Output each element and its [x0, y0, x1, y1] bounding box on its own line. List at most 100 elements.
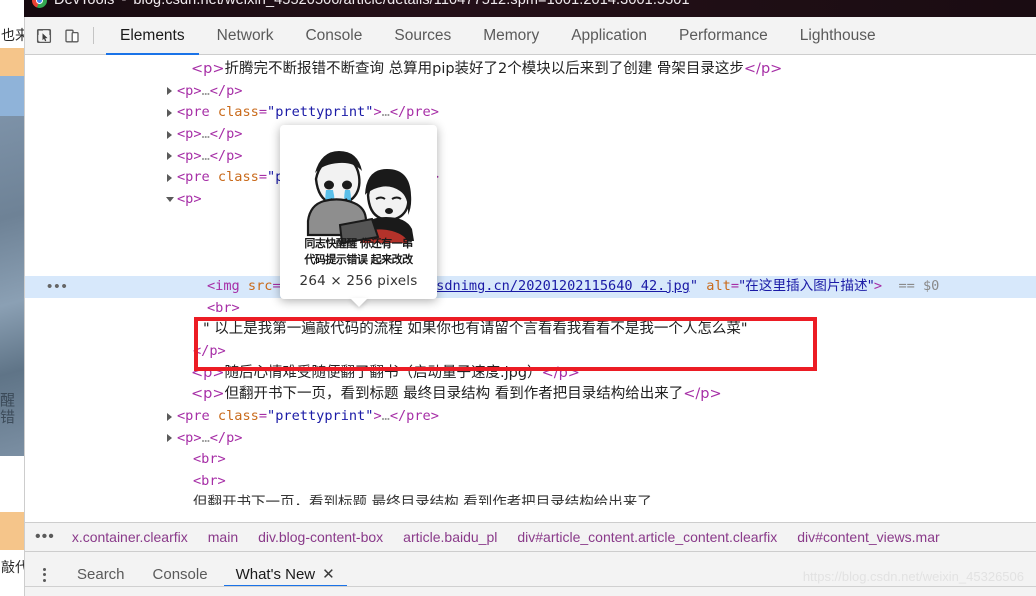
tab-application[interactable]: Application — [555, 17, 663, 55]
breadcrumb-item-article[interactable]: article.baidu_pl — [393, 529, 507, 545]
expand-arrow-icon[interactable] — [167, 412, 172, 421]
expand-arrow-icon[interactable] — [167, 108, 172, 117]
dom-node-pre-collapsed-3[interactable]: <pre class="prettyprint">…</pre> — [25, 406, 1036, 428]
tab-lighthouse-label: Lighthouse — [799, 26, 876, 44]
breadcrumb-item-blog-content-box[interactable]: div.blog-content-box — [248, 529, 393, 545]
tab-performance-label: Performance — [679, 26, 768, 44]
page-strip-orange-band-top — [0, 48, 24, 76]
dom-tag-open: <pre — [177, 169, 218, 186]
dom-node-br-3[interactable]: <br> — [25, 471, 1036, 493]
dom-node-p-text[interactable]: <p>折腾完不断报错不断查询 总算用pip装好了2个模块以后来到了创建 骨架目录… — [25, 59, 1036, 81]
dom-attr-value-alt: "在这里插入图片描述" — [739, 277, 874, 294]
dom-tree-panel[interactable]: <p>折腾完不断报错不断查询 总算用pip装好了2个模块以后来到了创建 骨架目录… — [25, 55, 1036, 522]
dom-node-p-collapsed-2[interactable]: <p>…</p> — [25, 124, 1036, 146]
dom-node-p-close[interactable]: </p> — [25, 341, 1036, 363]
drawer-tab-search[interactable]: Search — [63, 552, 139, 596]
close-icon[interactable]: ✕ — [322, 567, 335, 582]
device-toolbar-icon[interactable] — [58, 23, 86, 49]
dom-tag-br: <br> — [193, 473, 226, 490]
page-strip-text-meme2: 错 — [0, 408, 16, 426]
toolbar-divider — [93, 27, 94, 44]
collapse-arrow-icon[interactable] — [166, 197, 174, 203]
dom-ellipsis: … — [201, 82, 210, 99]
dom-ellipsis: … — [201, 147, 210, 164]
breadcrumb-item-content-views[interactable]: div#content_views.mar — [787, 529, 949, 545]
tab-performance[interactable]: Performance — [663, 17, 784, 55]
expand-arrow-icon[interactable] — [167, 87, 172, 96]
breadcrumb-item-article-content[interactable]: div#article_content.article_content.clea… — [507, 529, 787, 545]
tab-network-label: Network — [216, 26, 274, 44]
tab-sources[interactable]: Sources — [378, 17, 467, 55]
dom-selected-marker: == $0 — [898, 277, 940, 294]
expand-arrow-icon[interactable] — [167, 152, 172, 161]
tab-console[interactable]: Console — [289, 17, 378, 55]
breadcrumb-item-main[interactable]: main — [198, 529, 248, 545]
dom-tag-open: <img — [207, 277, 248, 294]
dom-text-content: 随后心情难受随便翻了翻书（启动量子速度.jpg） — [224, 364, 542, 381]
chrome-logo-icon — [32, 0, 47, 8]
dom-node-br-2[interactable]: <br> — [25, 449, 1036, 471]
dom-node-p-text-2[interactable]: <p>随后心情难受随便翻了翻书（启动量子速度.jpg）</p> — [25, 363, 1036, 385]
dom-node-img-selected[interactable]: •••<img src="https://img-blog.csdnimg.cn… — [25, 275, 1036, 298]
dom-node-p-expanded[interactable]: <p> — [25, 189, 1036, 211]
page-strip-white-top: 也来 — [0, 0, 24, 48]
tab-lighthouse[interactable]: Lighthouse — [784, 17, 892, 55]
drawer-tab-list: Search Console What's New ✕ — [63, 552, 349, 596]
dom-tag-close: </p> — [541, 364, 580, 381]
dom-node-p-collapsed-1[interactable]: <p>…</p> — [25, 81, 1036, 103]
dom-tag-close: </p> — [683, 386, 722, 403]
dom-attr-name: class — [217, 169, 259, 186]
breadcrumb-item-container[interactable]: x.container.clearfix — [62, 529, 198, 545]
dom-tag-open: <p> — [177, 126, 202, 143]
tab-network[interactable]: Network — [201, 17, 290, 55]
dom-node-pre-collapsed-2[interactable]: <pre class="prettyprint">…</pre> — [25, 167, 1036, 189]
page-strip-text-top: 也来 — [1, 28, 24, 44]
dom-attr-name-alt: alt — [706, 277, 731, 294]
drawer-tab-whats-new[interactable]: What's New ✕ — [222, 552, 349, 596]
tab-console-label: Console — [305, 26, 363, 44]
tab-memory[interactable]: Memory — [467, 17, 555, 55]
expand-arrow-icon[interactable] — [167, 173, 172, 182]
drawer-bottom-divider — [25, 586, 1036, 587]
dom-attr-name: class — [217, 408, 259, 424]
dom-tag-open: <pre — [177, 104, 218, 121]
dom-node-p-text-3[interactable]: <p>但翻开书下一页，看到标题 最终目录结构 看到作者把目录结构给出来了</p> — [25, 384, 1036, 406]
dom-node-partial-clipped[interactable]: 但翻开书下一页，看到标题 最终目录结构 看到作者把目录结构给出来了 — [25, 493, 1036, 505]
dom-tag-br: <br> — [207, 299, 240, 316]
dom-node-p-collapsed-3[interactable]: <p>…</p> — [25, 146, 1036, 168]
dom-text-quote[interactable]: " 以上是我第一遍敲代码的流程 如果你也有请留个言看看我看看不是我一个人怎么菜" — [25, 319, 1036, 341]
window-title-bar: DevTools - blog.csdn.net/weixin_45520506… — [24, 0, 1036, 17]
devtools-root: Elements Network Console Sources Memory … — [24, 17, 1036, 596]
drawer-tab-console[interactable]: Console — [139, 552, 222, 596]
dom-text-quote-upper[interactable]: " 以上是我第一遍敲代码的流程 如果你也有请留个言看看我看看不是我一个人怎么菜" — [25, 211, 1036, 233]
expand-arrow-icon[interactable] — [167, 434, 172, 443]
dom-ellipsis: … — [381, 104, 390, 121]
dom-breadcrumb-bar: ••• x.container.clearfix main div.blog-c… — [25, 522, 1036, 552]
dom-attr-eq: = — [730, 277, 740, 294]
devtools-main-toolbar: Elements Network Console Sources Memory … — [25, 17, 1036, 55]
dom-tag-close: </p> — [209, 429, 243, 446]
kebab-menu-icon[interactable] — [33, 560, 55, 590]
inspect-cursor-icon[interactable] — [30, 23, 58, 49]
node-overflow-dots[interactable]: ••• — [47, 276, 69, 298]
dom-tag-open: <p> — [191, 61, 225, 77]
dom-node-pre-collapsed-1[interactable]: <pre class="prettyprint">…</pre> — [25, 102, 1036, 124]
titlebar-separator: - — [121, 0, 127, 8]
drawer-tab-whats-new-label: What's New — [235, 566, 316, 583]
tab-memory-label: Memory — [483, 26, 540, 44]
dom-tag-close: </p> — [209, 147, 243, 164]
page-strip-text-bottom: 敲代 — [1, 560, 24, 576]
breadcrumb-overflow-dots[interactable]: ••• — [31, 528, 62, 546]
dom-attr-value: "prettyprint" — [267, 408, 374, 424]
dom-node-p-collapsed-4[interactable]: <p>…</p> — [25, 428, 1036, 450]
page-strip-text-meme1: 醒 — [0, 391, 16, 409]
expand-arrow-icon[interactable] — [167, 130, 172, 139]
tab-elements-label: Elements — [120, 26, 185, 44]
meme-image-preview: 同志快醒醒 你还有一串 代码提示错误 起来改改 — [287, 133, 430, 269]
dom-node-br-1[interactable]: <br> — [25, 298, 1036, 320]
dom-tag-open: <p> — [177, 147, 202, 164]
drawer-tab-search-label: Search — [77, 566, 125, 583]
dom-tag-open: <p> — [191, 364, 225, 381]
dom-attr-eq: = — [258, 408, 268, 424]
tab-elements[interactable]: Elements — [104, 17, 201, 55]
